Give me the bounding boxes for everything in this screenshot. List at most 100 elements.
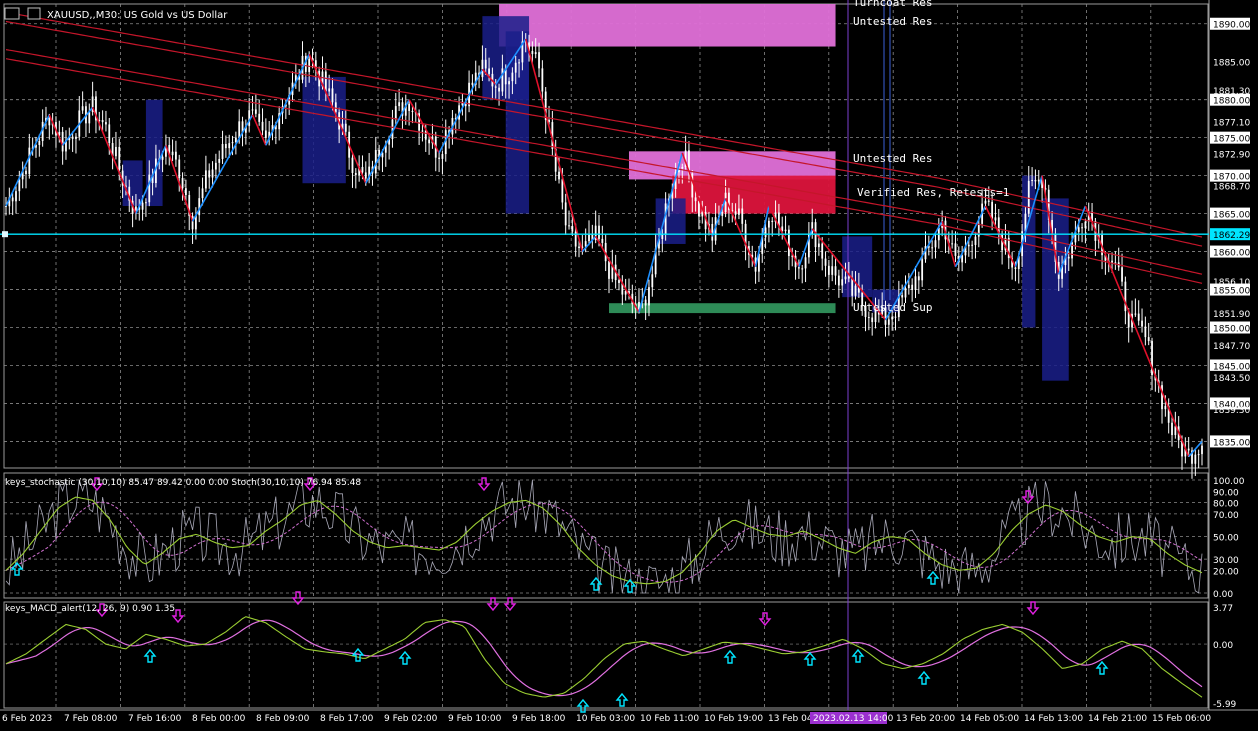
candle-body <box>961 255 964 263</box>
candle-body <box>334 102 337 113</box>
candle-body <box>481 59 484 78</box>
price-line-handle[interactable] <box>2 231 8 238</box>
price-tick-label: 1870.00 <box>1213 173 1250 183</box>
candle-body <box>797 267 800 269</box>
candle-body <box>1027 180 1030 214</box>
time-tick-label: 14 Feb 05:00 <box>960 714 1019 724</box>
buy-arrow-icon <box>398 650 412 665</box>
chart-canvas[interactable]: 1890.001885.001881.301880.001877.101875.… <box>0 0 1258 727</box>
price-tick-label: 1872.90 <box>1213 151 1250 161</box>
candle-body <box>181 178 184 189</box>
chart-window[interactable]: 1890.00 1885.00 1881.30 1880.00 1877.10 1875.… <box>0 0 1258 727</box>
candle-body <box>234 137 237 143</box>
chart-header: XAUUSD,,M30: US Gold vs US Dollar <box>4 7 228 21</box>
candle-body <box>817 243 820 248</box>
candle-body <box>1171 422 1173 436</box>
candle-body <box>994 217 997 221</box>
zone-label-verified: Verified Res, Retests=1 <box>857 186 1009 199</box>
candle-body <box>1147 337 1150 342</box>
time-tick-label: 9 Feb 02:00 <box>384 714 438 724</box>
grid <box>0 0 1258 711</box>
timeframe-icon[interactable] <box>27 7 41 20</box>
candle-body <box>541 68 544 92</box>
candle-body <box>421 130 424 132</box>
sell-arrow-icon <box>1026 601 1040 616</box>
chart-menu-icon[interactable] <box>4 7 20 20</box>
candle-body <box>831 266 834 275</box>
candle-body <box>428 139 430 144</box>
stoch-tick-label: 70.00 <box>1213 511 1239 521</box>
session-box <box>1042 198 1069 381</box>
candle-body <box>694 197 697 202</box>
candle-body <box>1067 256 1070 259</box>
candle-body <box>1144 326 1147 338</box>
candle-body <box>178 159 181 179</box>
candle-body <box>804 257 807 269</box>
candle-body <box>488 68 490 74</box>
candle-body <box>681 167 684 169</box>
candle-body <box>28 147 31 175</box>
zigzag-segment <box>594 235 640 313</box>
time-tick-label: 6 Feb 2023 <box>2 714 52 724</box>
candle-body <box>1037 179 1040 182</box>
candle-body <box>15 191 17 202</box>
time-tick-label: 8 Feb 09:00 <box>256 714 310 724</box>
candle-body <box>984 200 987 204</box>
sr-zones <box>122 0 1069 710</box>
candle-body <box>837 275 840 286</box>
candle-body <box>538 52 540 69</box>
stoch-tick-label: 90.00 <box>1213 488 1239 498</box>
candle-body <box>571 226 574 232</box>
sell-arrow-icon <box>758 612 772 627</box>
candle-body <box>558 171 560 180</box>
candle-body <box>568 225 570 227</box>
buy-arrow-icon <box>615 692 629 707</box>
candle-body <box>214 162 217 170</box>
candle-body <box>601 238 604 243</box>
candle-body <box>61 131 64 152</box>
candle-body <box>561 179 564 203</box>
candle-body <box>971 244 974 246</box>
candle-body <box>987 200 990 202</box>
macd-panel-label: keys_MACD_alert(12, 26, 9) 0.90 1.35 <box>5 604 175 614</box>
candle-body <box>231 142 234 144</box>
candle-body <box>608 261 610 279</box>
macd-tick-label: -5.99 <box>1213 700 1237 710</box>
candle-body <box>1031 180 1033 181</box>
candle-body <box>344 123 347 132</box>
candle-body <box>71 136 74 139</box>
price-tick-label: 1839.30 <box>1213 406 1250 416</box>
candle-body <box>1124 281 1127 312</box>
candle-body <box>308 58 311 72</box>
candle-body <box>75 136 77 139</box>
time-tick-label: 13 Feb 04 <box>768 714 813 724</box>
candle-body <box>408 103 411 111</box>
candle-body <box>184 188 187 196</box>
candle-body <box>824 258 827 266</box>
session-box <box>842 236 873 298</box>
time-tick-label: 14 Feb 21:00 <box>1088 714 1147 724</box>
stoch-tick-label: 30.00 <box>1213 556 1239 566</box>
candle-body <box>438 157 440 159</box>
stoch-tick-label: 100.00 <box>1213 477 1245 487</box>
time-tick-label: 7 Feb 16:00 <box>128 714 182 724</box>
candle-body <box>1077 227 1080 232</box>
time-tick-label: 8 Feb 00:00 <box>192 714 246 724</box>
candle-body <box>328 88 331 92</box>
symbol-label: XAUUSD,,M30: US Gold vs US Dollar <box>47 10 228 21</box>
current-price-value: 1862.29 <box>1213 231 1250 241</box>
price-tick-label: 1835.00 <box>1213 438 1250 448</box>
candle-body <box>1034 180 1037 182</box>
candle-body <box>907 284 910 289</box>
candle-body <box>258 113 261 122</box>
candle-body <box>534 52 537 55</box>
buy-arrow-icon <box>917 670 931 685</box>
candle-body <box>801 268 804 270</box>
candle-body <box>934 240 937 248</box>
candle-body <box>108 124 111 144</box>
zone-label-turncoat: Turncoat Res <box>853 0 932 9</box>
candle-body <box>238 121 241 138</box>
candle-body <box>721 212 724 216</box>
candle-body <box>211 169 214 178</box>
candle-body <box>891 316 894 320</box>
